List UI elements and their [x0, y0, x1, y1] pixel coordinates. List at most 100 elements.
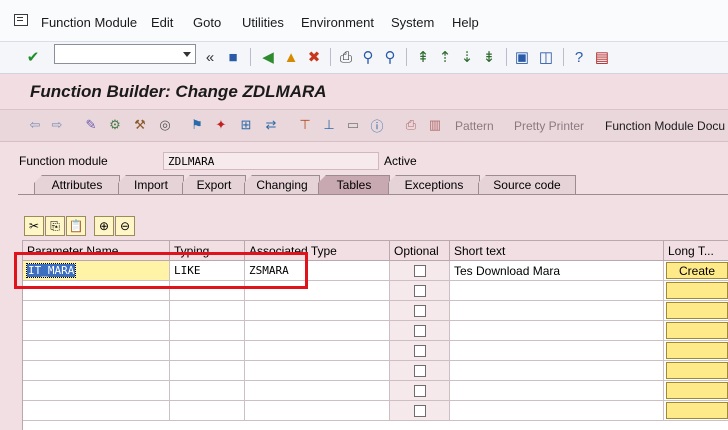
layout-icon[interactable]: ▭	[344, 116, 362, 134]
next-page-icon[interactable]: ⇣	[456, 46, 478, 68]
where-used-icon[interactable]: ⚑	[188, 116, 206, 134]
optional-checkbox[interactable]	[413, 364, 426, 377]
associated-type-input[interactable]	[245, 401, 390, 421]
menu-edit[interactable]: Edit	[151, 15, 173, 30]
long-text-button[interactable]	[666, 382, 728, 399]
typing-input[interactable]	[170, 361, 245, 381]
menu-function-module[interactable]: Function Module	[41, 15, 137, 30]
long-text-button[interactable]	[666, 342, 728, 359]
find-next-icon[interactable]: ⚲	[379, 46, 401, 68]
optional-checkbox[interactable]	[413, 344, 426, 357]
tab-tables[interactable]: Tables	[318, 175, 390, 194]
forward-arrow-icon[interactable]: ⇨	[48, 116, 66, 134]
menu-environment[interactable]: Environment	[301, 15, 374, 30]
tab-export[interactable]: Export	[182, 175, 246, 194]
typing-input[interactable]	[170, 321, 245, 341]
short-text-input[interactable]	[450, 341, 664, 361]
previous-page-icon[interactable]: ⇡	[434, 46, 456, 68]
check-icon[interactable]: ✔	[22, 46, 44, 68]
optional-checkbox[interactable]	[413, 384, 426, 397]
parameter-name-input[interactable]	[23, 341, 170, 361]
copy-icon[interactable]: ⎘	[45, 216, 65, 236]
back-arrow-icon[interactable]: ⇦	[26, 116, 44, 134]
column-header-optional[interactable]: Optional	[390, 241, 450, 261]
create-session-icon[interactable]: ▣	[511, 46, 533, 68]
last-page-icon[interactable]: ⇟	[478, 46, 500, 68]
column-header-short-text[interactable]: Short text	[450, 241, 664, 261]
shortcut-icon[interactable]: ◫	[535, 46, 557, 68]
associated-type-input[interactable]	[245, 301, 390, 321]
tab-import[interactable]: Import	[118, 175, 184, 194]
typing-input[interactable]	[170, 381, 245, 401]
cut-icon[interactable]: ✂	[24, 216, 44, 236]
tab-source-code[interactable]: Source code	[478, 175, 576, 194]
info-icon[interactable]: ⓘ	[368, 116, 386, 134]
tab-changing[interactable]: Changing	[244, 175, 320, 194]
print-icon[interactable]: ⎙	[335, 46, 357, 68]
tab-attributes[interactable]: Attributes	[34, 175, 120, 194]
associated-type-input[interactable]	[245, 381, 390, 401]
chevron-down-icon[interactable]	[183, 52, 191, 57]
parameter-name-input[interactable]	[23, 301, 170, 321]
parameter-name-input[interactable]	[23, 401, 170, 421]
check-syntax-icon[interactable]: ⚒	[131, 116, 149, 134]
move-icon[interactable]: ⇄	[262, 116, 280, 134]
typing-input[interactable]	[170, 341, 245, 361]
delete-row-icon[interactable]: ⊖	[115, 216, 135, 236]
associated-type-input[interactable]	[245, 321, 390, 341]
test-icon[interactable]: ⊞	[237, 116, 255, 134]
typing-input[interactable]	[170, 301, 245, 321]
cancel-icon[interactable]: ✖	[303, 46, 325, 68]
first-page-icon[interactable]: ⇞	[412, 46, 434, 68]
active-inactive-icon[interactable]: ⚙	[106, 116, 124, 134]
function-module-documentation-button[interactable]: Function Module Docu	[605, 119, 725, 133]
tab-exceptions[interactable]: Exceptions	[388, 175, 480, 194]
pretty-printer-button[interactable]: Pretty Printer	[514, 119, 584, 133]
short-text-input[interactable]	[450, 381, 664, 401]
associated-type-input[interactable]	[245, 361, 390, 381]
optional-checkbox[interactable]	[413, 284, 426, 297]
command-field[interactable]	[54, 44, 196, 64]
long-text-button[interactable]	[666, 362, 728, 379]
parameter-name-input[interactable]	[23, 381, 170, 401]
hierarchy-icon[interactable]: ⊤	[296, 116, 314, 134]
help-icon[interactable]: ?	[568, 46, 590, 68]
short-text-input[interactable]	[450, 401, 664, 421]
function-module-field[interactable]: ZDLMARA	[163, 152, 379, 170]
short-text-input[interactable]	[450, 301, 664, 321]
save-icon[interactable]: ■	[222, 46, 244, 68]
magic-wand-icon[interactable]: ✦	[212, 116, 230, 134]
customize-layout-icon[interactable]: ▤	[591, 46, 613, 68]
menu-system[interactable]: System	[391, 15, 434, 30]
long-text-button[interactable]	[666, 282, 728, 299]
activate-icon[interactable]: ◎	[156, 116, 174, 134]
parameter-name-input[interactable]	[23, 321, 170, 341]
back-icon[interactable]: ◀	[257, 46, 279, 68]
menu-help[interactable]: Help	[452, 15, 479, 30]
exit-icon[interactable]: ▲	[280, 46, 302, 68]
optional-checkbox[interactable]	[413, 304, 426, 317]
find-icon[interactable]: ⚲	[357, 46, 379, 68]
library-icon[interactable]: ▥	[426, 116, 444, 134]
typing-input[interactable]	[170, 401, 245, 421]
long-text-button[interactable]	[666, 402, 728, 419]
long-text-button[interactable]	[666, 302, 728, 319]
back-double-icon[interactable]: «	[199, 46, 221, 68]
parameter-name-input[interactable]	[23, 361, 170, 381]
display-change-icon[interactable]: ✎	[82, 116, 100, 134]
print-preview-icon[interactable]: ⎙	[402, 116, 420, 134]
optional-checkbox[interactable]	[413, 264, 426, 277]
menu-utilities[interactable]: Utilities	[242, 15, 284, 30]
create-long-text-button[interactable]: Create	[666, 262, 728, 279]
optional-checkbox[interactable]	[413, 404, 426, 417]
pattern-button[interactable]: Pattern	[455, 119, 494, 133]
associated-type-input[interactable]	[245, 341, 390, 361]
short-text-input[interactable]	[450, 321, 664, 341]
column-header-long-text[interactable]: Long T...	[664, 241, 728, 261]
tree-icon[interactable]: ⊥	[320, 116, 338, 134]
paste-icon[interactable]: 📋	[66, 216, 86, 236]
short-text-input[interactable]	[450, 281, 664, 301]
long-text-button[interactable]	[666, 322, 728, 339]
optional-checkbox[interactable]	[413, 324, 426, 337]
short-text-input[interactable]	[450, 361, 664, 381]
